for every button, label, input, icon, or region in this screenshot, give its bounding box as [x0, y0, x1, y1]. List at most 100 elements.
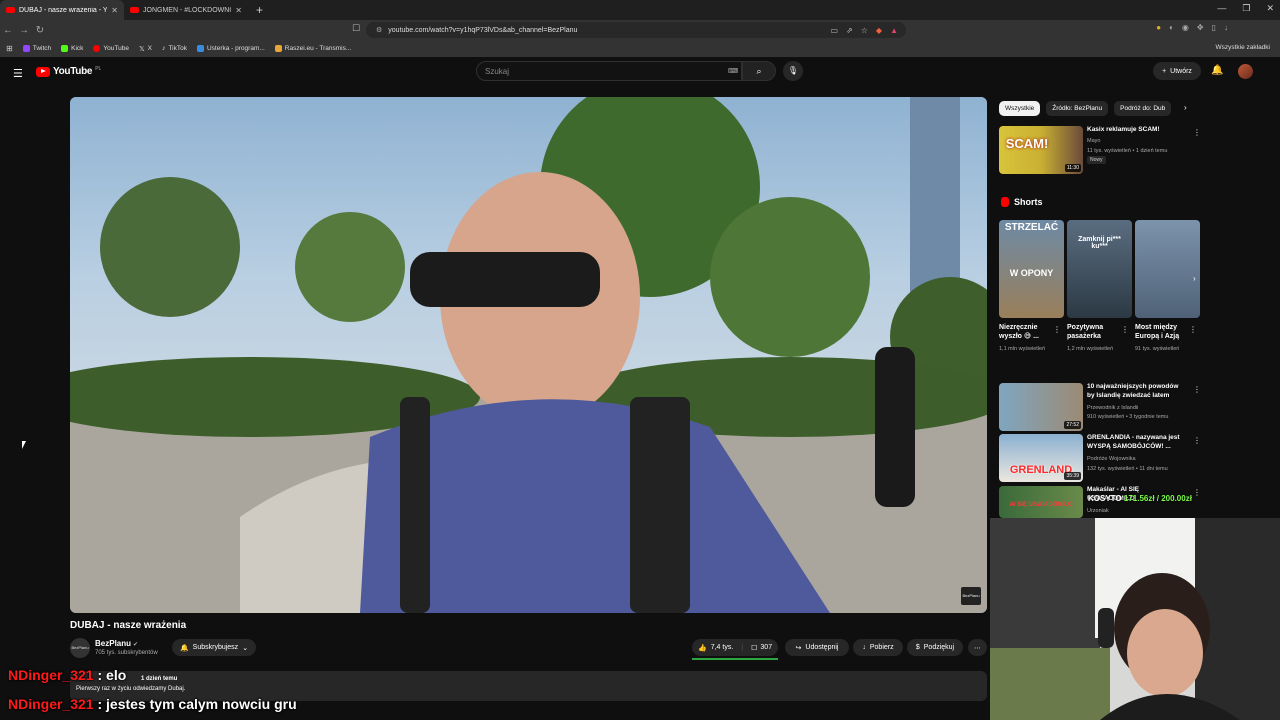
- site-info-icon[interactable]: ⚙: [376, 26, 382, 34]
- video-thumbnail[interactable]: 27:52: [999, 383, 1083, 431]
- divider: |: [741, 644, 744, 651]
- puzzle-icon[interactable]: ✥: [1197, 23, 1204, 32]
- bookmark-x[interactable]: 𝕏X: [139, 45, 152, 53]
- apps-grid-icon[interactable]: ⊞: [6, 44, 13, 53]
- short-title[interactable]: Most między Europą i Azją: [1135, 323, 1187, 341]
- shorts-header: Shorts: [1001, 197, 1043, 207]
- channel-name[interactable]: BezPlanu ✔: [95, 639, 138, 648]
- rewards-icon[interactable]: ▲: [890, 26, 898, 35]
- more-vert-icon[interactable]: ⋮: [1193, 385, 1201, 394]
- shorts-icon: [1001, 197, 1009, 207]
- avatar[interactable]: [1238, 64, 1253, 79]
- search-button[interactable]: ⌕: [742, 61, 776, 81]
- more-vert-icon[interactable]: ⋮: [1193, 436, 1201, 445]
- list-item[interactable]: SCAM! 11:30 Kasix reklamuje SCAM! Mayo 1…: [999, 126, 1201, 174]
- brave-shield-icon[interactable]: ◆: [876, 26, 882, 35]
- chip-travel[interactable]: Podróż do: Dub: [1114, 101, 1172, 116]
- download-button[interactable]: ↓ Pobierz: [853, 639, 903, 656]
- shorts-title: Shorts: [1014, 197, 1043, 207]
- bookmark-youtube[interactable]: YouTube: [93, 45, 129, 52]
- bookmark-icon[interactable]: ☐: [352, 23, 360, 34]
- more-vert-icon[interactable]: ⋮: [1121, 325, 1129, 334]
- address-toolbar: ← → ↻ ☐ ⚙ youtube.com/watch?v=y1hqP73lVD…: [0, 20, 1280, 40]
- thanks-button[interactable]: $ Podziękuj: [907, 639, 963, 656]
- filter-chips: Wszystkie Źródło: BezPlanu Podróż do: Du…: [999, 101, 1172, 116]
- reload-icon[interactable]: ↻: [32, 25, 48, 36]
- maximize-icon[interactable]: ❐: [1242, 3, 1250, 14]
- like-button[interactable]: 👍 7,4 tys.: [698, 644, 733, 652]
- youtube-logo[interactable]: YouTube PL: [36, 66, 101, 77]
- forward-icon[interactable]: →: [16, 25, 32, 36]
- thanks-icon: $: [915, 644, 920, 651]
- close-window-icon[interactable]: ✕: [1266, 3, 1274, 14]
- short-title[interactable]: Niezręcznie wyszło 😅 ...: [999, 323, 1051, 341]
- tab-dubaj[interactable]: DUBAJ - nasze wrażenia - YouTube ✕: [0, 0, 124, 20]
- cast-icon[interactable]: ▭: [830, 26, 838, 35]
- chevron-right-icon[interactable]: ›: [1193, 274, 1196, 283]
- more-vert-icon[interactable]: ⋮: [1193, 128, 1201, 137]
- bell-icon[interactable]: 🔔: [1211, 65, 1223, 76]
- close-tab-icon[interactable]: ✕: [235, 6, 242, 15]
- plus-icon: +: [1162, 67, 1167, 75]
- new-badge: Nowy: [1087, 156, 1106, 164]
- chip-source[interactable]: Źródło: BezPlanu: [1046, 101, 1109, 116]
- create-button[interactable]: + Utwórz: [1153, 62, 1201, 80]
- short-thumbnail[interactable]: Zamknij pi*** ku***: [1067, 220, 1132, 318]
- extension-icon[interactable]: ◉: [1182, 23, 1189, 32]
- more-actions-button[interactable]: ⋯: [968, 639, 987, 656]
- menu-icon[interactable]: ☰: [13, 67, 23, 80]
- minimize-icon[interactable]: —: [1217, 3, 1226, 14]
- search-input[interactable]: Szukaj: [476, 61, 742, 81]
- bookmark-kick[interactable]: Kick: [61, 45, 83, 52]
- download-icon[interactable]: ↓: [1224, 23, 1228, 32]
- list-item[interactable]: GRENLAND 35:39 GRENLANDIA - nazywana jes…: [999, 434, 1201, 482]
- voice-search-button[interactable]: 🎙: [783, 61, 803, 81]
- star-icon[interactable]: ☆: [861, 26, 868, 35]
- chevron-right-icon[interactable]: ›: [1184, 103, 1187, 112]
- bookmark-tiktok[interactable]: ♪ TikTok: [162, 45, 187, 52]
- like-dislike-group: 👍 7,4 tys. | ☐ 307: [692, 639, 778, 656]
- bookmark-twitch[interactable]: Twitch: [22, 45, 51, 52]
- sidebar-icon[interactable]: ▯: [1212, 23, 1216, 32]
- thumbnail-text: STRZELAĆ: [1004, 222, 1059, 233]
- new-tab-icon[interactable]: +: [248, 3, 271, 17]
- raszei-icon: [274, 45, 282, 52]
- youtube-play-icon: [36, 66, 50, 77]
- back-icon[interactable]: ←: [0, 25, 16, 36]
- bookmark-usterka[interactable]: Usterka - program...: [196, 45, 265, 52]
- short-thumbnail[interactable]: [1135, 220, 1200, 318]
- url-bar[interactable]: ⚙ youtube.com/watch?v=y1hqP73lVDs&ab_cha…: [366, 22, 906, 38]
- video-thumbnail[interactable]: SCAM! 11:30: [999, 126, 1083, 174]
- short-title[interactable]: Pozytywna pasażerka: [1067, 323, 1119, 341]
- short-thumbnail[interactable]: STRZELAĆ W OPONY: [999, 220, 1064, 318]
- list-item[interactable]: 27:52 10 najważniejszych powodów by Isla…: [999, 383, 1201, 431]
- url-text: youtube.com/watch?v=y1hqP73lVDs&ab_chann…: [388, 26, 578, 34]
- create-label: Utwórz: [1170, 67, 1192, 75]
- rec-title: Kasix reklamuje SCAM!: [1087, 126, 1160, 133]
- share-icon[interactable]: ⇗: [846, 26, 853, 35]
- keyboard-icon[interactable]: ⌨: [728, 67, 738, 75]
- bookmark-label: Usterka - program...: [206, 45, 265, 52]
- video-player[interactable]: BezPlanu: [70, 97, 987, 613]
- channel-watermark[interactable]: BezPlanu: [961, 587, 981, 605]
- share-button[interactable]: ↪ Udostępnij: [785, 639, 849, 656]
- video-thumbnail[interactable]: GRENLAND 35:39: [999, 434, 1083, 482]
- video-thumbnail[interactable]: AI SIĘ USWIADOMIŁO: [999, 486, 1083, 518]
- close-tab-icon[interactable]: ✕: [111, 6, 118, 15]
- bookmark-raszei[interactable]: Raszei.eu - Transmis...: [274, 45, 351, 52]
- subscribe-button[interactable]: 🔔 Subskrybujesz ⌄: [172, 639, 256, 656]
- all-bookmarks[interactable]: Wszystkie zakładki: [1215, 44, 1270, 51]
- comments-button[interactable]: ☐ 307: [751, 644, 772, 652]
- more-vert-icon[interactable]: ⋮: [1193, 488, 1199, 497]
- extension-icon[interactable]: ●: [1156, 23, 1161, 32]
- tab-jongmen[interactable]: JONGMEN - #LOCKDOWNCHALLENGE ✕: [124, 0, 248, 20]
- extension-icon[interactable]: ◐: [1169, 23, 1174, 32]
- share-label: Udostępnij: [805, 644, 839, 651]
- channel-avatar[interactable]: BezPlanu: [70, 638, 90, 658]
- video-backpack-strap: [630, 397, 690, 613]
- description-meta: 1 dzień temu: [141, 676, 178, 682]
- more-vert-icon[interactable]: ⋮: [1053, 325, 1061, 334]
- chip-all[interactable]: Wszystkie: [999, 101, 1041, 116]
- tab-label: JONGMEN - #LOCKDOWNCHALLENGE: [143, 6, 231, 14]
- more-vert-icon[interactable]: ⋮: [1189, 325, 1197, 334]
